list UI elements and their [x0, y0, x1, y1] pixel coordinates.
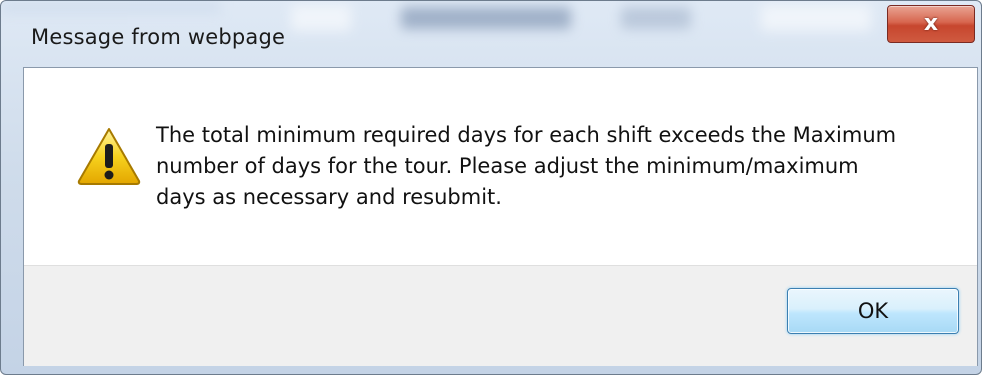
message-area: The total minimum required days for each…	[24, 68, 977, 265]
message-text: The total minimum required days for each…	[156, 123, 897, 209]
message-dialog: Message from webpage x The total minimum…	[0, 0, 982, 375]
dialog-title: Message from webpage	[31, 25, 286, 49]
ok-button[interactable]: OK	[787, 288, 959, 334]
close-button[interactable]: x	[887, 5, 975, 43]
warning-icon	[77, 128, 141, 185]
dialog-body: The total minimum required days for each…	[23, 67, 978, 366]
close-icon: x	[923, 11, 939, 36]
